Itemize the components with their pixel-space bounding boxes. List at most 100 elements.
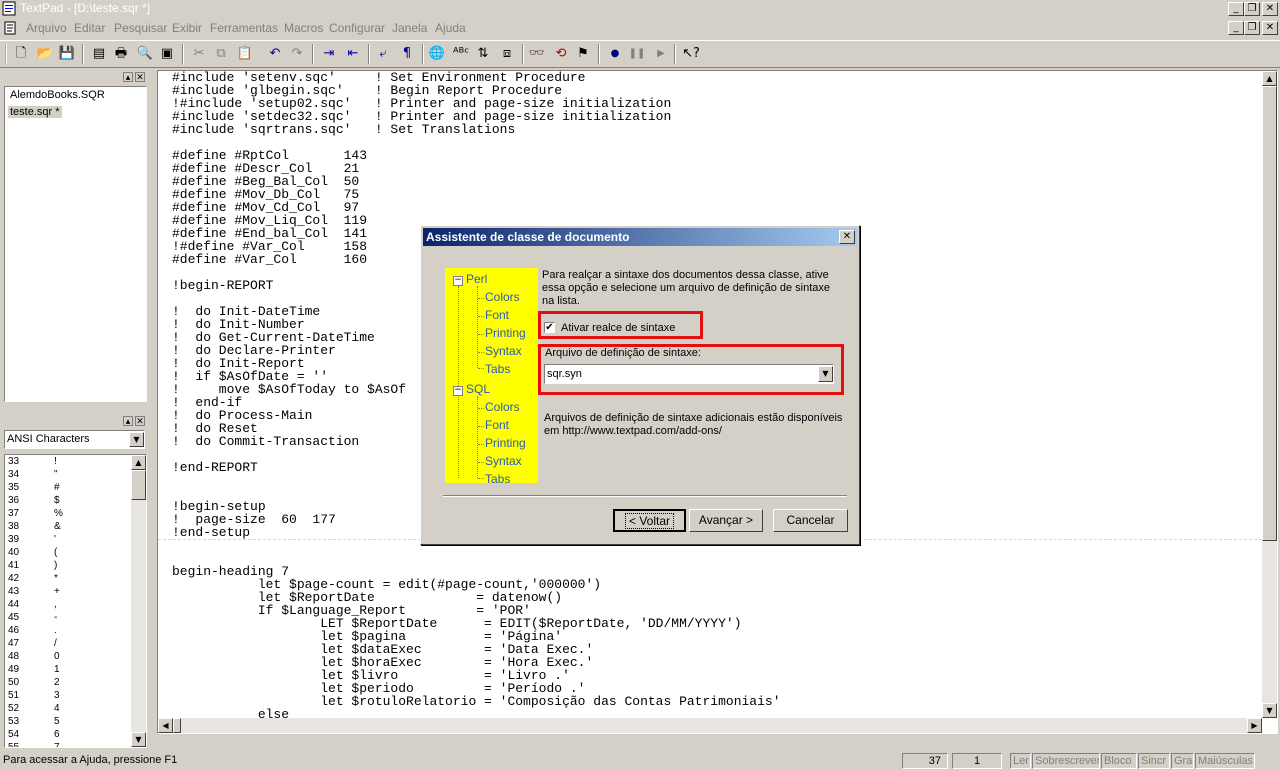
char-row[interactable]: 33! (8, 456, 57, 467)
char-row[interactable]: 47 / (8, 638, 57, 649)
scroll-right-icon[interactable]: ▶ (1247, 718, 1262, 733)
tree-node-sql-syntax[interactable]: Syntax (485, 454, 522, 468)
collapse-icon[interactable]: − (453, 276, 463, 286)
clip-library-select[interactable]: ANSI Characters ▼ (4, 430, 145, 449)
tree-node-sql[interactable]: SQL (466, 382, 490, 396)
char-row[interactable]: 55 7 (8, 742, 60, 747)
restore-button[interactable]: ❐ (1244, 2, 1260, 16)
doc-minimize-button[interactable]: _ (1228, 21, 1244, 35)
char-row[interactable]: 42 * (8, 573, 58, 584)
dialog-close-button[interactable]: ✕ (839, 230, 855, 244)
record-macro-icon[interactable]: ● (606, 45, 624, 63)
menu-exibir[interactable]: Exibir (172, 21, 202, 35)
save-all-icon[interactable]: ▤ (90, 45, 108, 63)
print-icon[interactable]: 🖶 (112, 45, 130, 63)
syntax-file-select[interactable]: sqr.syn ▼ (544, 364, 834, 384)
textpad-app-icon[interactable] (2, 1, 17, 16)
close-button[interactable]: ✕ (1262, 2, 1278, 16)
find-in-files-icon[interactable]: ⟲ (552, 45, 570, 63)
document-item[interactable]: AlemdoBooks.SQR (10, 89, 105, 101)
tree-node-perl-font[interactable]: Font (485, 308, 509, 322)
menu-configurar[interactable]: Configurar (329, 21, 385, 35)
spelling-icon[interactable]: ▣ (158, 45, 176, 63)
char-row[interactable]: 45 - (8, 612, 57, 623)
undo-icon[interactable]: ↶ (266, 45, 284, 63)
menu-ferramentas[interactable]: Ferramentas (210, 21, 278, 35)
copy-icon[interactable]: ⧉ (212, 45, 230, 63)
cut-icon[interactable]: ✂ (190, 45, 208, 63)
print-preview-icon[interactable]: 🔍 (136, 45, 154, 63)
char-row[interactable]: 50 2 (8, 677, 60, 688)
char-row[interactable]: 36 $ (8, 495, 60, 506)
char-row[interactable]: 54 6 (8, 729, 60, 740)
menu-macros[interactable]: Macros (284, 21, 323, 35)
pause-macro-icon[interactable]: ❚❚ (628, 45, 646, 63)
sort-icon[interactable]: ⇅ (474, 45, 492, 63)
doc-close-button[interactable]: ✕ (1262, 21, 1278, 35)
char-row[interactable]: 37% (8, 508, 63, 519)
menu-editar[interactable]: Editar (74, 21, 105, 35)
context-help-icon[interactable]: ↖? (682, 45, 700, 63)
web-browser-icon[interactable]: 🌐 (428, 45, 446, 63)
menu-pesquisar[interactable]: Pesquisar (114, 21, 167, 35)
char-row[interactable]: 51 3 (8, 690, 60, 701)
scroll-down-icon[interactable]: ▼ (1262, 703, 1277, 718)
tree-node-sql-colors[interactable]: Colors (485, 400, 520, 414)
tree-node-perl[interactable]: Perl (466, 272, 487, 286)
save-icon[interactable]: 💾 (58, 45, 76, 63)
char-row[interactable]: 46. (8, 625, 57, 636)
tree-node-sql-tabs[interactable]: Tabs (485, 472, 510, 486)
char-row[interactable]: 52 4 (8, 703, 60, 714)
next-button[interactable]: Avançar > (689, 509, 763, 532)
char-row[interactable]: 48 0 (8, 651, 60, 662)
document-icon[interactable] (3, 21, 17, 35)
char-list-scrollbar[interactable]: ▲ ▼ (131, 455, 146, 747)
tree-node-perl-printing[interactable]: Printing (485, 326, 526, 340)
tree-node-perl-tabs[interactable]: Tabs (485, 362, 510, 376)
char-row[interactable]: 40 ( (8, 547, 57, 558)
collapse-icon[interactable]: − (453, 386, 463, 396)
char-row[interactable]: 53 5 (8, 716, 60, 727)
menu-ajuda[interactable]: Ajuda (435, 21, 466, 35)
spell-check-icon[interactable]: ᴬᴮᶜ (452, 45, 470, 63)
back-button[interactable]: < Voltar (613, 509, 686, 532)
open-folder-icon[interactable]: 📂 (36, 45, 54, 63)
play-macro-icon[interactable]: ▶ (652, 45, 670, 63)
compare-icon[interactable]: ⧈ (498, 45, 516, 63)
doc-restore-button[interactable]: ❐ (1244, 21, 1260, 35)
char-row[interactable]: 39 ' (8, 534, 56, 545)
editor-vertical-scrollbar[interactable]: ▲ ▼ (1262, 71, 1277, 718)
scroll-left-icon[interactable]: ◀ (158, 718, 173, 733)
scroll-thumb[interactable] (131, 470, 146, 500)
chevron-down-icon[interactable]: ▼ (818, 366, 833, 382)
panel-float-icon[interactable]: ▴ (123, 416, 133, 427)
find-icon[interactable]: 👓 (528, 45, 546, 63)
char-row[interactable]: 49 1 (8, 664, 60, 675)
visible-spaces-icon[interactable]: ¶ (398, 45, 416, 63)
document-item-active[interactable]: teste.sqr * (8, 106, 62, 118)
tree-node-sql-printing[interactable]: Printing (485, 436, 526, 450)
enable-syntax-checkbox[interactable]: ✔ (544, 322, 555, 333)
char-row[interactable]: 34 " (8, 469, 58, 480)
tree-node-sql-font[interactable]: Font (485, 418, 509, 432)
menu-arquivo[interactable]: Arquivo (26, 21, 67, 35)
scroll-thumb[interactable] (1262, 86, 1277, 541)
tree-node-perl-syntax[interactable]: Syntax (485, 344, 522, 358)
panel-close-icon[interactable]: ✕ (135, 416, 145, 427)
paste-icon[interactable]: 📋 (236, 45, 254, 63)
new-file-icon[interactable]: 🗋 (12, 45, 30, 63)
indent-icon[interactable]: ⇥ (320, 45, 338, 63)
outdent-icon[interactable]: ⇤ (344, 45, 362, 63)
char-row[interactable]: 41) (8, 560, 57, 571)
editor-horizontal-scrollbar[interactable]: ◀ ▶ (158, 718, 1262, 733)
char-row[interactable]: 38 & (8, 521, 61, 532)
minimize-button[interactable]: _ (1228, 2, 1244, 16)
char-row[interactable]: 43 + (8, 586, 60, 597)
char-row[interactable]: 44, (8, 599, 57, 610)
cancel-button[interactable]: Cancelar (773, 509, 848, 532)
panel-close-icon[interactable]: ✕ (135, 72, 145, 83)
redo-icon[interactable]: ↷ (288, 45, 306, 63)
scroll-thumb[interactable] (173, 718, 181, 733)
word-wrap-icon[interactable]: ⤶ (374, 45, 392, 63)
tree-node-perl-colors[interactable]: Colors (485, 290, 520, 304)
